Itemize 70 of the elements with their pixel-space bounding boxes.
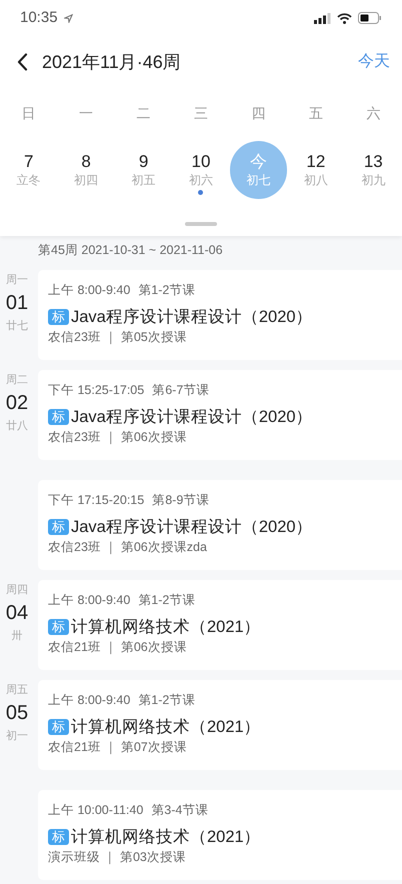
weekday-label: 一 bbox=[79, 104, 94, 122]
date-cell[interactable]: 7 立冬 bbox=[0, 141, 58, 199]
lesson-time: 下午 17:15-20:15 bbox=[48, 492, 144, 508]
tag-badge: 标 bbox=[48, 829, 69, 845]
wifi-icon bbox=[337, 12, 352, 24]
lesson-detail: 农信23班 ｜ 第05次授课 bbox=[48, 329, 188, 346]
header-title: 2021年11月·46周 bbox=[42, 50, 181, 74]
lesson-detail: 农信21班 ｜ 第06次授课 bbox=[48, 639, 188, 656]
course-title: 计算机网络技术（2021） bbox=[71, 617, 261, 638]
day-number: 02 bbox=[6, 391, 28, 416]
day-number: 05 bbox=[6, 701, 28, 726]
tag-badge: 标 bbox=[48, 409, 69, 425]
location-arrow-icon bbox=[64, 14, 73, 22]
week-range-label: 第45周 2021-10-31 ~ 2021-11-06 bbox=[38, 242, 223, 259]
lesson-periods: 第3-4节课 bbox=[151, 802, 208, 818]
course-title: Java程序设计课程设计（2020） bbox=[71, 407, 313, 428]
lesson-time: 上午 8:00-9:40 bbox=[48, 592, 130, 608]
weekday-label: 三 bbox=[194, 104, 208, 122]
weekday-label: 五 bbox=[308, 104, 323, 122]
course-title: 计算机网络技术（2021） bbox=[71, 827, 261, 848]
lesson-card[interactable]: 下午 15:25-17:05 第6-7节课 标 Java程序设计课程设计（2020） 农信23班 ｜ 第06次授课 bbox=[38, 370, 402, 460]
day-number: 01 bbox=[6, 291, 28, 316]
lesson-periods: 第1-2节课 bbox=[138, 692, 196, 708]
tag-badge: 标 bbox=[48, 519, 69, 535]
weekday-label: 二 bbox=[136, 104, 151, 122]
lesson-card[interactable]: 上午 8:00-9:40 第1-2节课 标 Java程序设计课程设计（2020） 农信23班 ｜ 第05次授课 bbox=[38, 270, 402, 360]
lesson-time: 下午 15:25-17:05 bbox=[48, 382, 144, 398]
course-title: Java程序设计课程设计（2020） bbox=[71, 307, 313, 328]
weekday-text: 周四 bbox=[6, 583, 28, 598]
tag-badge: 标 bbox=[48, 619, 69, 635]
date-cell[interactable]: 13 初九 bbox=[344, 141, 402, 199]
lesson-time: 上午 8:00-9:40 bbox=[48, 282, 130, 298]
date-cell[interactable]: 9 初五 bbox=[114, 141, 172, 199]
lesson-card[interactable]: 上午 8:00-9:40 第1-2节课 标 计算机网络技术（2021） 农信21班 ｜ 第07次授课 bbox=[38, 680, 402, 770]
weekday-label: 六 bbox=[366, 104, 380, 122]
tag-badge: 标 bbox=[48, 719, 69, 735]
back-chevron-icon bbox=[16, 53, 28, 71]
lesson-card[interactable]: 上午 10:00-11:40 第3-4节课 标 计算机网络技术（2021） 演示班级 ｜ 第03次授课 bbox=[38, 790, 402, 880]
weekday-text: 周一 bbox=[6, 273, 28, 288]
battery-icon bbox=[358, 12, 382, 24]
lunar-day: 廿八 bbox=[6, 418, 28, 434]
tag-badge: 标 bbox=[48, 309, 69, 325]
drag-handle[interactable] bbox=[185, 222, 217, 226]
lesson-periods: 第6-7节课 bbox=[152, 382, 210, 398]
lunar-day: 卅 bbox=[12, 628, 22, 644]
lunar-day: 初一 bbox=[6, 728, 28, 744]
lesson-time: 上午 10:00-11:40 bbox=[48, 802, 144, 818]
lesson-card[interactable]: 上午 8:00-9:40 第1-2节课 标 计算机网络技术（2021） 农信21班 ｜ 第06次授课 bbox=[38, 580, 402, 670]
date-cell[interactable]: 8 初四 bbox=[57, 141, 115, 199]
weekday-text: 周五 bbox=[6, 683, 28, 698]
lesson-detail: 农信21班 ｜ 第07次授课 bbox=[48, 739, 188, 756]
course-title: Java程序设计课程设计（2020） bbox=[71, 517, 313, 538]
lesson-periods: 第1-2节课 bbox=[138, 282, 196, 298]
status-time: 10:35 bbox=[20, 8, 58, 28]
lesson-detail: 农信23班 ｜ 第06次授课zda bbox=[48, 539, 208, 556]
lesson-card[interactable]: 下午 17:15-20:15 第8-9节课 标 Java程序设计课程设计（2020） 农信23班 ｜ 第06次授课zda bbox=[38, 480, 402, 570]
weekday-text: 周二 bbox=[6, 373, 28, 388]
lunar-day: 廿七 bbox=[6, 318, 28, 334]
date-cell[interactable]: 12 初八 bbox=[287, 141, 345, 199]
course-title: 计算机网络技术（2021） bbox=[71, 717, 261, 738]
day-number: 04 bbox=[6, 601, 28, 626]
lesson-periods: 第8-9节课 bbox=[152, 492, 210, 508]
lesson-detail: 演示班级 ｜ 第03次授课 bbox=[48, 849, 187, 866]
weekday-label: 四 bbox=[251, 104, 266, 122]
lesson-time: 上午 8:00-9:40 bbox=[48, 692, 130, 708]
weekday-label: 日 bbox=[22, 104, 36, 122]
date-cell[interactable]: 10 初六 bbox=[172, 141, 230, 199]
signal-icon bbox=[314, 12, 331, 24]
lesson-detail: 农信23班 ｜ 第06次授课 bbox=[48, 429, 188, 446]
lesson-periods: 第1-2节课 bbox=[138, 592, 196, 608]
